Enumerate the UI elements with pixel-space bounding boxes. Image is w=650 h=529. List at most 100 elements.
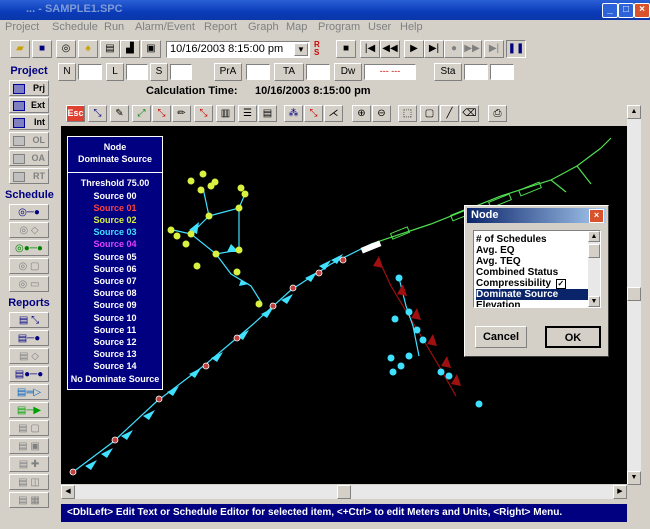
menu-program[interactable]: Program (318, 21, 360, 33)
list-scrollbar[interactable]: ▲ ▼ (588, 231, 600, 307)
skip-end-icon[interactable]: ▶| (484, 40, 504, 58)
sta-field-2[interactable] (490, 64, 514, 80)
report-storage-icon[interactable]: ▤ ▣ (9, 438, 49, 454)
table-icon[interactable]: ▤ (100, 40, 120, 58)
project-ext-button[interactable]: Ext (9, 97, 49, 113)
schedule-node-icon[interactable]: ◎─● (9, 204, 49, 220)
list-item[interactable]: # of Schedules (476, 234, 588, 245)
dw-field[interactable]: --- --- (364, 64, 416, 80)
stop-icon[interactable]: ■ (336, 40, 356, 58)
map-tool-12-icon[interactable]: ⋌ (324, 105, 343, 122)
alarm-bell-icon[interactable]: ♠ (78, 40, 98, 58)
hscroll-left-icon[interactable]: ◀ (61, 485, 75, 499)
l-button[interactable]: L (106, 63, 124, 81)
report-regulator-icon[interactable]: ▤─▶ (9, 402, 49, 418)
skip-back-icon[interactable]: |◀ (360, 40, 380, 58)
list-item-compressibility[interactable]: Compressibility ✓ (476, 278, 588, 289)
node-property-list[interactable]: # of Schedules Avg. EQ Avg. TEQ Combined… (473, 230, 601, 308)
report-tank-icon[interactable]: ▤ ▢ (9, 420, 49, 436)
dw-button[interactable]: Dw (334, 63, 362, 81)
checkbox-icon[interactable]: ✓ (555, 279, 566, 289)
zoom-out-icon[interactable]: ⊖ (372, 105, 391, 122)
minimize-button[interactable]: _ (602, 3, 618, 18)
menu-schedule[interactable]: Schedule (52, 21, 98, 33)
settings-icon[interactable]: ◎ (56, 40, 76, 58)
rewind-icon[interactable]: ◀◀ (380, 40, 400, 58)
menu-run[interactable]: Run (104, 21, 124, 33)
map-tool-1-icon[interactable]: ⤡ (88, 105, 107, 122)
vscroll-down-icon[interactable]: ▼ (627, 471, 641, 485)
vertical-scrollbar[interactable]: ▲ ▼ (627, 105, 641, 485)
schedule-link-icon[interactable]: ◎ ▭ (9, 276, 49, 292)
schedule-tank-icon[interactable]: ◎ ▢ (9, 258, 49, 274)
scroll-down-icon[interactable]: ▼ (588, 296, 600, 307)
select-window-icon[interactable]: ⬚ (398, 105, 417, 122)
menu-graph[interactable]: Graph (248, 21, 279, 33)
close-button[interactable]: × (634, 3, 650, 18)
map-list-icon[interactable]: ☰ (238, 105, 257, 122)
report-node-icon[interactable]: ▤─● (9, 330, 49, 346)
monitor-icon[interactable]: ▣ (141, 40, 161, 58)
project-prj-button[interactable]: Prj (9, 80, 49, 96)
report-compressor-icon[interactable]: ▤═▷ (9, 384, 49, 400)
fast-forward-icon[interactable]: ▶▶ (462, 40, 482, 58)
vscroll-thumb[interactable] (627, 287, 641, 301)
list-item[interactable]: Avg. EQ (476, 245, 588, 256)
report-map-icon[interactable]: ▤ ⤡ (9, 312, 49, 328)
step-forward-icon[interactable]: ▶| (424, 40, 444, 58)
scroll-up-icon[interactable]: ▲ (588, 231, 600, 242)
pause-icon[interactable]: ❚❚ (506, 40, 526, 58)
map-tool-6-icon[interactable]: ⤡ (194, 105, 213, 122)
menu-map[interactable]: Map (286, 21, 307, 33)
maximize-button[interactable]: □ (618, 3, 634, 18)
play-icon[interactable]: ▶ (404, 40, 424, 58)
project-ol-button[interactable]: OL (9, 132, 49, 148)
menu-user[interactable]: User (368, 21, 391, 33)
map-tool-10-icon[interactable]: ⁂ (284, 105, 303, 122)
record-icon[interactable]: ● (444, 40, 464, 58)
vscroll-up-icon[interactable]: ▲ (627, 105, 641, 119)
l-field[interactable] (126, 64, 148, 80)
list-item[interactable]: Combined Status (476, 267, 588, 278)
project-oa-button[interactable]: OA (9, 150, 49, 166)
ta-button[interactable]: TA (274, 63, 304, 81)
project-rt-button[interactable]: RT (9, 168, 49, 184)
node-dialog-close-button[interactable]: × (589, 209, 604, 223)
ok-button[interactable]: OK (545, 326, 601, 348)
esc-button[interactable]: Esc (66, 105, 85, 122)
map-tool-2-icon[interactable]: ✎ (110, 105, 129, 122)
datetime-dropdown-button[interactable]: ▼ (294, 43, 308, 56)
menu-project[interactable]: Project (5, 21, 39, 33)
list-item-selected[interactable]: Dominate Source (476, 289, 588, 300)
horizontal-scrollbar[interactable]: ◀ ▶ (61, 485, 627, 499)
sta-button[interactable]: Sta (434, 63, 462, 81)
sta-field[interactable] (464, 64, 488, 80)
menu-alarm-event[interactable]: Alarm/Event (135, 21, 195, 33)
project-int-button[interactable]: Int (9, 114, 49, 130)
map-tool-4-icon[interactable]: ⤡ (152, 105, 171, 122)
report-summary-icon[interactable]: ▤ ▦ (9, 492, 49, 508)
report-junction-icon[interactable]: ▤ ✚ (9, 456, 49, 472)
ta-field[interactable] (306, 64, 330, 80)
s-button[interactable]: S (150, 63, 168, 81)
report-valve-icon[interactable]: ▤ ◇ (9, 348, 49, 364)
hscroll-thumb[interactable] (337, 485, 351, 499)
open-folder-icon[interactable]: ▰ (10, 40, 30, 58)
map-tool-5-icon[interactable]: ✏ (172, 105, 191, 122)
hscroll-right-icon[interactable]: ▶ (613, 485, 627, 499)
erase-icon[interactable]: ⌫ (460, 105, 479, 122)
s-field[interactable] (170, 64, 192, 80)
report-pipe-icon[interactable]: ▤●─● (9, 366, 49, 382)
pra-button[interactable]: PrA (214, 63, 242, 81)
menu-report[interactable]: Report (204, 21, 237, 33)
schedule-pipe-icon[interactable]: ◎●─● (9, 240, 49, 256)
select-area-icon[interactable]: ▢ (420, 105, 439, 122)
scroll-thumb[interactable] (588, 244, 600, 258)
map-tool-11-icon[interactable]: ⤡ (304, 105, 323, 122)
save-icon[interactable]: ■ (32, 40, 52, 58)
datetime-field[interactable]: 10/16/2003 8:15:00 pm ▼ (166, 41, 310, 58)
map-tool-3-icon[interactable]: ⤢ (132, 105, 151, 122)
graph-icon[interactable]: ▟ (120, 40, 140, 58)
schedule-valve-icon[interactable]: ◎ ◇ (9, 222, 49, 238)
map-tool-7-icon[interactable]: ▥ (216, 105, 235, 122)
